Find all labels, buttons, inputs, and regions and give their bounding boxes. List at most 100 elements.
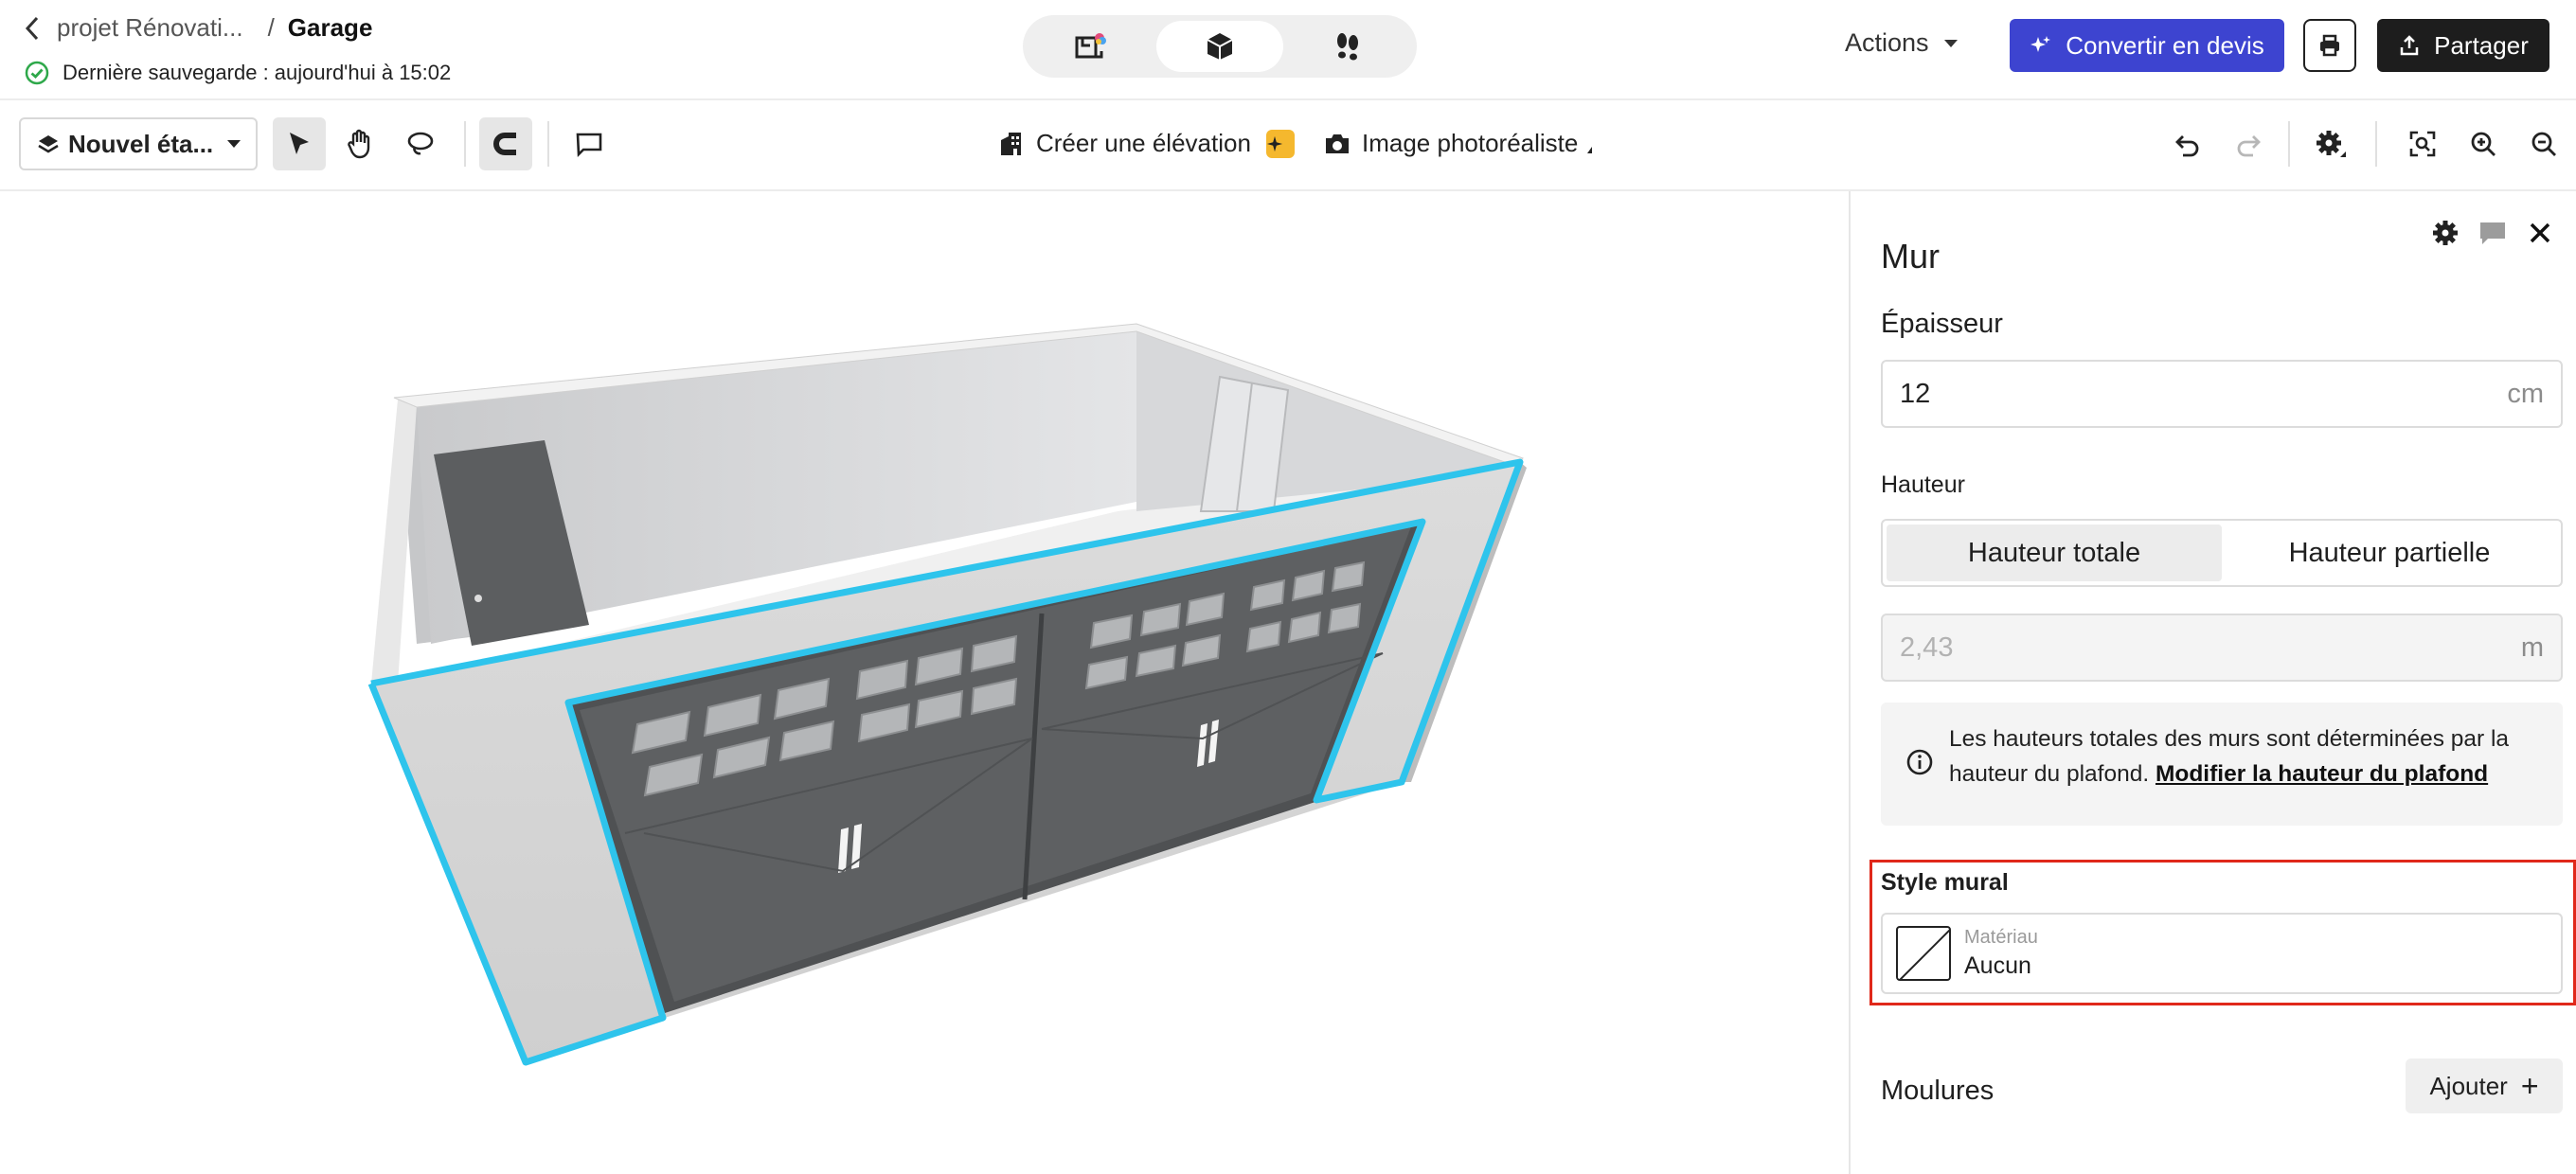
panel-comment-button[interactable] bbox=[2474, 214, 2512, 252]
undo-icon bbox=[2175, 135, 2199, 157]
select-tool[interactable] bbox=[273, 117, 326, 170]
panel-settings-button[interactable] bbox=[2426, 214, 2464, 252]
gear-icon bbox=[2433, 221, 2458, 245]
comment-icon bbox=[576, 133, 602, 157]
material-text: Matériau Aucun bbox=[1964, 927, 2038, 980]
toolbar-divider bbox=[464, 121, 466, 167]
convert-label: Convertir en devis bbox=[2066, 30, 2264, 60]
undo-button[interactable] bbox=[2161, 117, 2214, 170]
redo-button[interactable] bbox=[2222, 117, 2275, 170]
material-selector[interactable]: Matériau Aucun bbox=[1881, 913, 2563, 994]
thickness-value: 12 bbox=[1900, 378, 1931, 409]
snap-magnet-toggle[interactable] bbox=[479, 117, 532, 170]
hand-icon bbox=[348, 129, 370, 159]
material-caption: Matériau bbox=[1964, 927, 2038, 948]
printer-icon bbox=[2320, 34, 2339, 57]
share-label: Partager bbox=[2434, 30, 2529, 60]
cursor-arrow-icon bbox=[290, 133, 309, 154]
building-icon bbox=[1001, 132, 1021, 155]
zoom-out-icon bbox=[2531, 132, 2556, 156]
lasso-tool[interactable] bbox=[394, 117, 447, 170]
view-mode-walk[interactable] bbox=[1283, 21, 1411, 72]
actions-dropdown[interactable]: Actions bbox=[1845, 28, 1958, 58]
thickness-label: Épaisseur bbox=[1881, 309, 2003, 339]
height-mode-partial[interactable]: Hauteur partielle bbox=[2222, 525, 2557, 581]
zoom-in-icon bbox=[2471, 132, 2496, 156]
plus-icon: + bbox=[2520, 1068, 2539, 1103]
create-elevation-label: Créer une élévation bbox=[1036, 129, 1251, 157]
breadcrumb-page[interactable]: Garage bbox=[288, 13, 373, 43]
save-status-text: Dernière sauvegarde : aujourd'hui à 15:0… bbox=[63, 61, 452, 84]
close-icon bbox=[2530, 222, 2550, 243]
height-mode-toggle: Hauteur totale Hauteur partielle bbox=[1881, 519, 2563, 587]
wall-style-label: Style mural bbox=[1881, 869, 2009, 896]
plan-2d-icon bbox=[1075, 33, 1107, 59]
sparkle-icon bbox=[2030, 36, 2051, 52]
magnet-icon bbox=[493, 133, 516, 155]
corner-caret-icon bbox=[1587, 147, 1593, 153]
height-unit: m bbox=[2520, 631, 2544, 663]
top-header: projet Rénovati... / Garage Dernière sau… bbox=[0, 0, 2576, 100]
check-circle-icon bbox=[25, 61, 49, 85]
thickness-input[interactable]: 12 cm bbox=[1881, 360, 2563, 428]
properties-panel: Mur Épaisseur 12 cm Hauteur Hauteur tota… bbox=[1849, 191, 2576, 1174]
breadcrumb: projet Rénovati... / Garage bbox=[19, 13, 372, 43]
panel-close-button[interactable] bbox=[2521, 214, 2559, 252]
floor-selector[interactable]: Nouvel éta... bbox=[19, 117, 258, 170]
focus-frame-icon bbox=[2409, 131, 2436, 157]
garage-3d-model[interactable] bbox=[0, 191, 1849, 1174]
walkthrough-icon bbox=[1336, 33, 1358, 61]
zoom-out-button[interactable] bbox=[2517, 117, 2570, 170]
toolbar-divider bbox=[547, 121, 549, 167]
back-arrow-icon[interactable] bbox=[19, 15, 45, 42]
thickness-unit: cm bbox=[2507, 378, 2544, 409]
edit-ceiling-height-link[interactable]: Modifier la hauteur du plafond bbox=[2156, 761, 2488, 787]
save-status: Dernière sauvegarde : aujourd'hui à 15:0… bbox=[25, 61, 451, 85]
view-mode-3d[interactable] bbox=[1155, 21, 1284, 72]
editor-toolbar: Nouvel éta... Créer une élévation Image … bbox=[0, 100, 2576, 191]
lasso-icon bbox=[407, 132, 434, 155]
add-label: Ajouter bbox=[2429, 1071, 2508, 1100]
toolbar-divider bbox=[2375, 121, 2377, 167]
height-info-box: Les hauteurs totales des murs sont déter… bbox=[1881, 703, 2563, 826]
pan-tool[interactable] bbox=[333, 117, 386, 170]
view-mode-2d[interactable] bbox=[1029, 21, 1156, 72]
sparkle-badge-icon bbox=[1265, 129, 1295, 158]
floor-label: Nouvel éta... bbox=[68, 129, 214, 158]
add-moulding-button[interactable]: Ajouter + bbox=[2406, 1058, 2563, 1113]
height-label: Hauteur bbox=[1881, 471, 1965, 498]
settings-button[interactable] bbox=[2305, 117, 2358, 170]
camera-icon bbox=[1326, 133, 1349, 153]
mouldings-label: Moulures bbox=[1881, 1076, 1995, 1106]
view-3d-icon bbox=[1207, 33, 1233, 60]
height-mode-total[interactable]: Hauteur totale bbox=[1887, 525, 2222, 581]
gear-icon bbox=[2317, 131, 2346, 157]
view-mode-toggle bbox=[1023, 15, 1417, 78]
3d-viewport[interactable] bbox=[0, 191, 1849, 1174]
convert-to-quote-button[interactable]: Convertir en devis bbox=[2010, 19, 2284, 72]
chevron-down-icon bbox=[227, 140, 241, 148]
zoom-in-button[interactable] bbox=[2457, 117, 2510, 170]
info-icon bbox=[1906, 749, 1933, 775]
actions-label: Actions bbox=[1845, 28, 1929, 57]
comment-tool[interactable] bbox=[563, 117, 616, 170]
no-material-swatch-icon bbox=[1896, 926, 1951, 981]
comment-icon bbox=[2480, 222, 2505, 244]
layers-icon bbox=[38, 135, 59, 153]
print-button[interactable] bbox=[2303, 19, 2356, 72]
material-value: Aucun bbox=[1964, 952, 2031, 979]
panel-title: Mur bbox=[1881, 237, 1940, 276]
redo-icon bbox=[2237, 135, 2261, 157]
height-input: 2,43 m bbox=[1881, 614, 2563, 682]
height-value: 2,43 bbox=[1900, 631, 1954, 663]
panel-header-actions bbox=[2417, 214, 2559, 252]
toolbar-divider bbox=[2288, 121, 2290, 167]
photorealistic-label: Image photoréaliste bbox=[1362, 129, 1579, 157]
fit-view-button[interactable] bbox=[2396, 117, 2449, 170]
photorealistic-image-button[interactable]: Image photoréaliste bbox=[1324, 129, 1593, 158]
chevron-down-icon bbox=[1943, 39, 1958, 47]
create-elevation-button[interactable]: Créer une élévation bbox=[998, 129, 1295, 158]
breadcrumb-project[interactable]: projet Rénovati... bbox=[57, 13, 243, 43]
breadcrumb-separator: / bbox=[267, 13, 275, 42]
share-button[interactable]: Partager bbox=[2377, 19, 2549, 72]
